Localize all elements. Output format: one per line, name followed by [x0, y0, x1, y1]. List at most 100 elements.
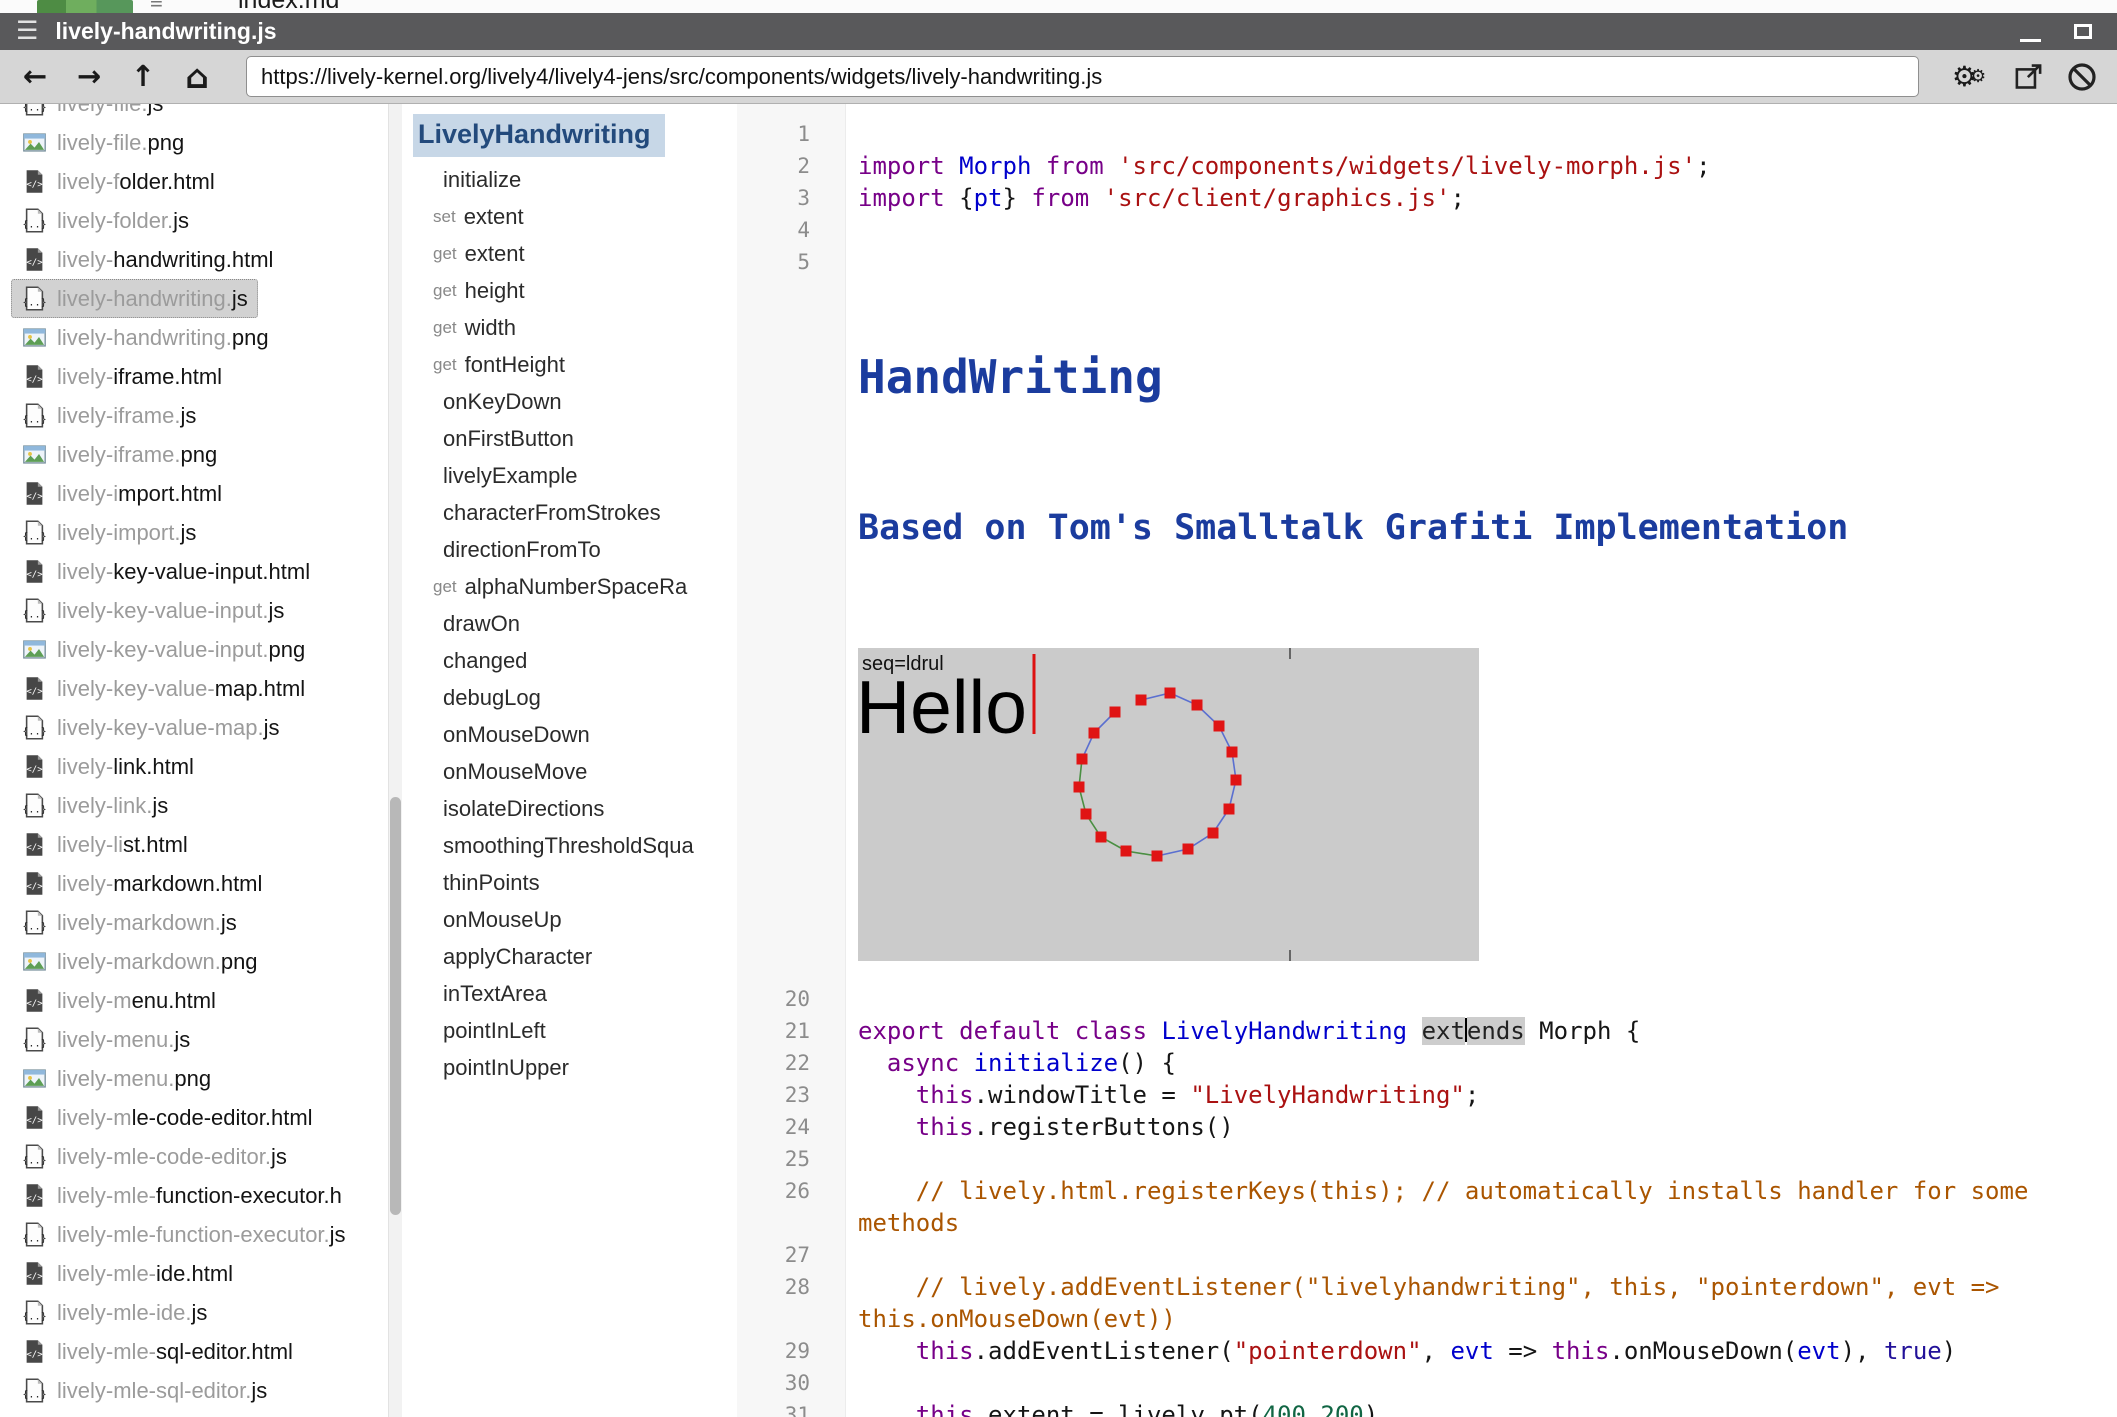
- outline-method[interactable]: pointInUpper: [413, 1049, 737, 1086]
- file-item[interactable]: </>lively-iframe.html: [11, 357, 232, 396]
- file-item[interactable]: {..}lively-markdown.js: [11, 903, 247, 942]
- code-line[interactable]: [845, 983, 2117, 1015]
- file-item[interactable]: </>lively-handwriting.html: [11, 240, 283, 279]
- file-name: lively-link.html: [57, 754, 194, 780]
- outline-method[interactable]: isolateDirections: [413, 790, 737, 827]
- file-item[interactable]: lively-markdown.png: [11, 942, 268, 981]
- outline-method[interactable]: onMouseMove: [413, 753, 737, 790]
- outline-method[interactable]: thinPoints: [413, 864, 737, 901]
- outline-method[interactable]: livelyExample: [413, 457, 737, 494]
- outline-method[interactable]: applyCharacter: [413, 938, 737, 975]
- outline-method[interactable]: onKeyDown: [413, 383, 737, 420]
- code-line[interactable]: [845, 1143, 2117, 1175]
- file-item[interactable]: {..}lively-key-value-map.js: [11, 708, 290, 747]
- file-item[interactable]: {..}lively-key-value-input.js: [11, 591, 294, 630]
- file-item[interactable]: lively-handwriting.png: [11, 318, 279, 357]
- code-line[interactable]: [845, 246, 2117, 278]
- code-line[interactable]: import {pt} from 'src/client/graphics.js…: [845, 182, 2117, 214]
- file-item[interactable]: lively-iframe.png: [11, 435, 227, 474]
- file-item[interactable]: {..}lively-folder.js: [11, 201, 199, 240]
- outline-class-name[interactable]: LivelyHandwriting: [413, 114, 665, 157]
- up-button[interactable]: ↑: [120, 55, 166, 99]
- file-item[interactable]: {..}lively-mle-sql-editor.js: [11, 1371, 277, 1410]
- outline-method[interactable]: drawOn: [413, 605, 737, 642]
- minimize-button[interactable]: [2012, 16, 2048, 48]
- file-item[interactable]: </>lively-list.html: [11, 825, 198, 864]
- sidebar-scrollbar[interactable]: [388, 104, 402, 1417]
- code-line[interactable]: import Morph from 'src/components/widget…: [845, 150, 2117, 182]
- file-item[interactable]: {..}lively-import.js: [11, 513, 206, 552]
- file-item[interactable]: {..}lively-mle-ide.js: [11, 1293, 217, 1332]
- code-line[interactable]: this.registerButtons(): [845, 1111, 2117, 1143]
- file-item[interactable]: lively-file.png: [11, 123, 194, 162]
- file-item[interactable]: {..}lively-menu.js: [11, 1020, 200, 1059]
- forward-button[interactable]: →: [66, 55, 112, 99]
- outline-method[interactable]: getwidth: [413, 309, 737, 346]
- file-list: {..}lively-file.jslively-file.png</>live…: [0, 104, 405, 1410]
- file-item[interactable]: {..}lively-mle-function-executor.js: [11, 1215, 356, 1254]
- code-editor[interactable]: 12import Morph from 'src/components/widg…: [737, 104, 2117, 1417]
- outline-method[interactable]: changed: [413, 642, 737, 679]
- url-input[interactable]: [246, 56, 1919, 97]
- code-line[interactable]: this.addEventListener("pointerdown", evt…: [845, 1335, 2117, 1367]
- outline-method[interactable]: pointInLeft: [413, 1012, 737, 1049]
- file-item[interactable]: </>lively-mle-code-editor.html: [11, 1098, 323, 1137]
- outline-method[interactable]: getheight: [413, 272, 737, 309]
- block-button[interactable]: [2059, 55, 2105, 99]
- file-item[interactable]: </>lively-mle-ide.html: [11, 1254, 243, 1293]
- settings-gears-button[interactable]: ⚙⚙: [1941, 55, 1997, 99]
- markdown-widget-cell[interactable]: HandWriting Based on Tom's Smalltalk Gra…: [845, 278, 2117, 983]
- file-item[interactable]: </>lively-link.html: [11, 747, 204, 786]
- menu-icon[interactable]: ☰: [16, 19, 38, 44]
- file-item[interactable]: </>lively-import.html: [11, 474, 232, 513]
- file-item[interactable]: </>lively-key-value-map.html: [11, 669, 315, 708]
- file-item[interactable]: {..}lively-mle-code-editor.js: [11, 1137, 297, 1176]
- outline-method[interactable]: setextent: [413, 198, 737, 235]
- code-line[interactable]: this.extent = lively.pt(400,200): [845, 1399, 2117, 1417]
- file-item[interactable]: </>lively-mle-sql-editor.html: [11, 1332, 303, 1371]
- code-line[interactable]: // lively.html.registerKeys(this); // au…: [845, 1175, 2117, 1239]
- open-external-button[interactable]: [2005, 55, 2051, 99]
- code-line[interactable]: [845, 214, 2117, 246]
- code-line[interactable]: // lively.addEventListener("livelyhandwr…: [845, 1271, 2117, 1335]
- titlebar[interactable]: ☰ lively-handwriting.js: [0, 13, 2117, 50]
- markdown-widget: HandWriting Based on Tom's Smalltalk Gra…: [858, 278, 2095, 983]
- file-item[interactable]: </>lively-folder.html: [11, 162, 225, 201]
- outline-method[interactable]: characterFromStrokes: [413, 494, 737, 531]
- file-item[interactable]: lively-menu.png: [11, 1059, 221, 1098]
- outline-method[interactable]: onMouseDown: [413, 716, 737, 753]
- outline-method[interactable]: getextent: [413, 235, 737, 272]
- sidebar-scrollbar-thumb[interactable]: [390, 797, 401, 1215]
- file-item[interactable]: {..}lively-handwriting.js: [11, 279, 258, 318]
- method-name: debugLog: [443, 685, 541, 711]
- file-item[interactable]: </>lively-key-value-input.html: [11, 552, 320, 591]
- outline-method[interactable]: getalphaNumberSpaceRa: [413, 568, 737, 605]
- file-item[interactable]: </>lively-menu.html: [11, 981, 226, 1020]
- code-line[interactable]: [845, 1239, 2117, 1271]
- file-item[interactable]: {..}lively-link.js: [11, 786, 178, 825]
- outline-method[interactable]: onMouseUp: [413, 901, 737, 938]
- code-line[interactable]: this.windowTitle = "LivelyHandwriting";: [845, 1079, 2117, 1111]
- accessor-modifier: set: [433, 207, 456, 227]
- outline-method[interactable]: inTextArea: [413, 975, 737, 1012]
- file-item[interactable]: </>lively-mle-function-executor.h: [11, 1176, 352, 1215]
- code-line[interactable]: async initialize() {: [845, 1047, 2117, 1079]
- code-line[interactable]: [845, 118, 2117, 150]
- file-item[interactable]: {..}lively-file.js: [11, 104, 173, 123]
- outline-method[interactable]: directionFromTo: [413, 531, 737, 568]
- file-item[interactable]: {..}lively-iframe.js: [11, 396, 206, 435]
- file-item[interactable]: lively-key-value-input.png: [11, 630, 315, 669]
- outline-method[interactable]: smoothingThresholdSqua: [413, 827, 737, 864]
- code-line[interactable]: [845, 1367, 2117, 1399]
- outline-method[interactable]: initialize: [413, 161, 737, 198]
- svg-text:{..}: {..}: [22, 1389, 46, 1400]
- outline-method[interactable]: onFirstButton: [413, 420, 737, 457]
- file-item[interactable]: </>lively-markdown.html: [11, 864, 272, 903]
- outline-method[interactable]: debugLog: [413, 679, 737, 716]
- code-line[interactable]: export default class LivelyHandwriting e…: [845, 1015, 2117, 1047]
- outline-method[interactable]: getfontHeight: [413, 346, 737, 383]
- back-button[interactable]: ←: [12, 55, 58, 99]
- js-file-icon: {..}: [21, 597, 48, 624]
- maximize-button[interactable]: [2065, 16, 2101, 48]
- home-button[interactable]: ⌂: [174, 55, 220, 99]
